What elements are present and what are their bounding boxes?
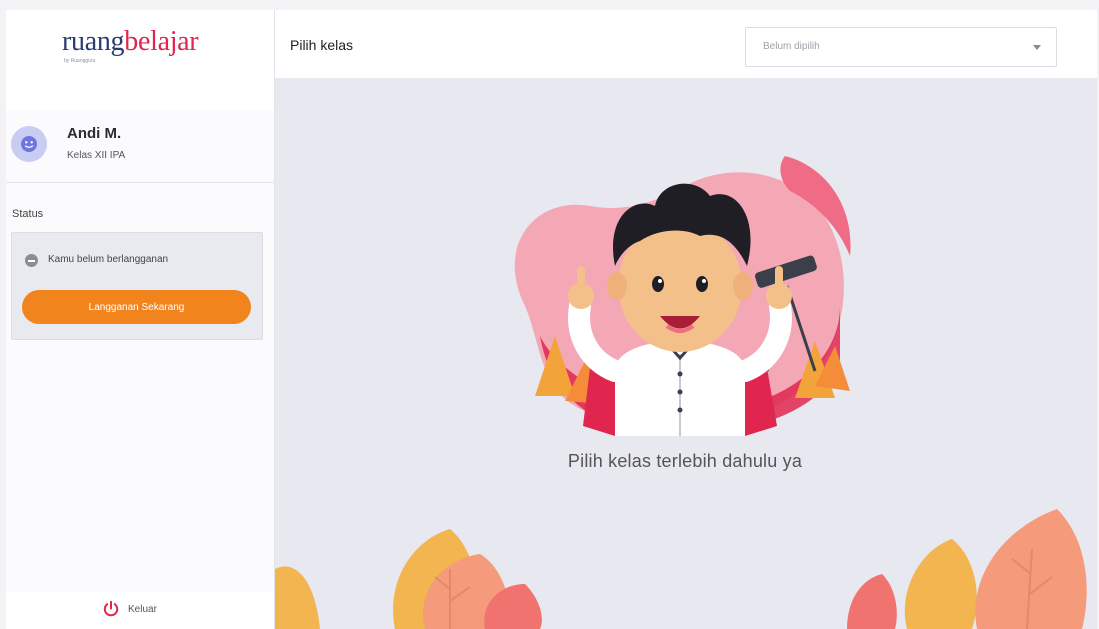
sidebar: ruangbelajar by Ruangguru Andi M. Kelas … [6, 10, 275, 629]
page-title: Pilih kelas [290, 37, 354, 53]
mascot-illustration [514, 156, 851, 436]
avatar[interactable] [11, 126, 47, 162]
logout-label: Keluar [128, 604, 157, 615]
status-message: Kamu belum berlangganan [48, 254, 169, 265]
empty-state-message: Pilih kelas terlebih dahulu ya [567, 451, 803, 471]
decorative-leaves-left [275, 529, 542, 629]
brand-name-part2: belajar [124, 26, 199, 57]
smiley-face-icon [21, 136, 37, 152]
app-frame: ruangbelajar by Ruangguru Andi M. Kelas … [6, 10, 1097, 629]
user-profile: Andi M. Kelas XII IPA [6, 114, 274, 183]
chevron-down-icon [1033, 45, 1041, 50]
main-content: Pilih kelas terlebih dahulu ya [275, 78, 1097, 629]
logout-button[interactable]: Keluar [6, 592, 274, 629]
brand-name-part1: ruang [62, 26, 125, 57]
user-class: Kelas XII IPA [67, 150, 126, 161]
class-select-value: Belum dipilih [763, 41, 820, 52]
user-name: Andi M. [67, 125, 122, 142]
minus-circle-icon [25, 254, 38, 267]
subscribe-now-button[interactable]: Langganan Sekarang [22, 290, 251, 324]
status-card: Kamu belum berlangganan Langganan Sekara… [11, 232, 263, 340]
top-header: Pilih kelas Belum dipilih [275, 10, 1097, 78]
power-icon [103, 600, 119, 617]
decorative-leaves-right [847, 509, 1087, 629]
brand-tagline: by Ruangguru [64, 58, 96, 64]
class-select-dropdown[interactable]: Belum dipilih [745, 27, 1057, 67]
brand-logo[interactable]: ruangbelajar [62, 26, 199, 58]
status-label: Status [12, 208, 44, 220]
